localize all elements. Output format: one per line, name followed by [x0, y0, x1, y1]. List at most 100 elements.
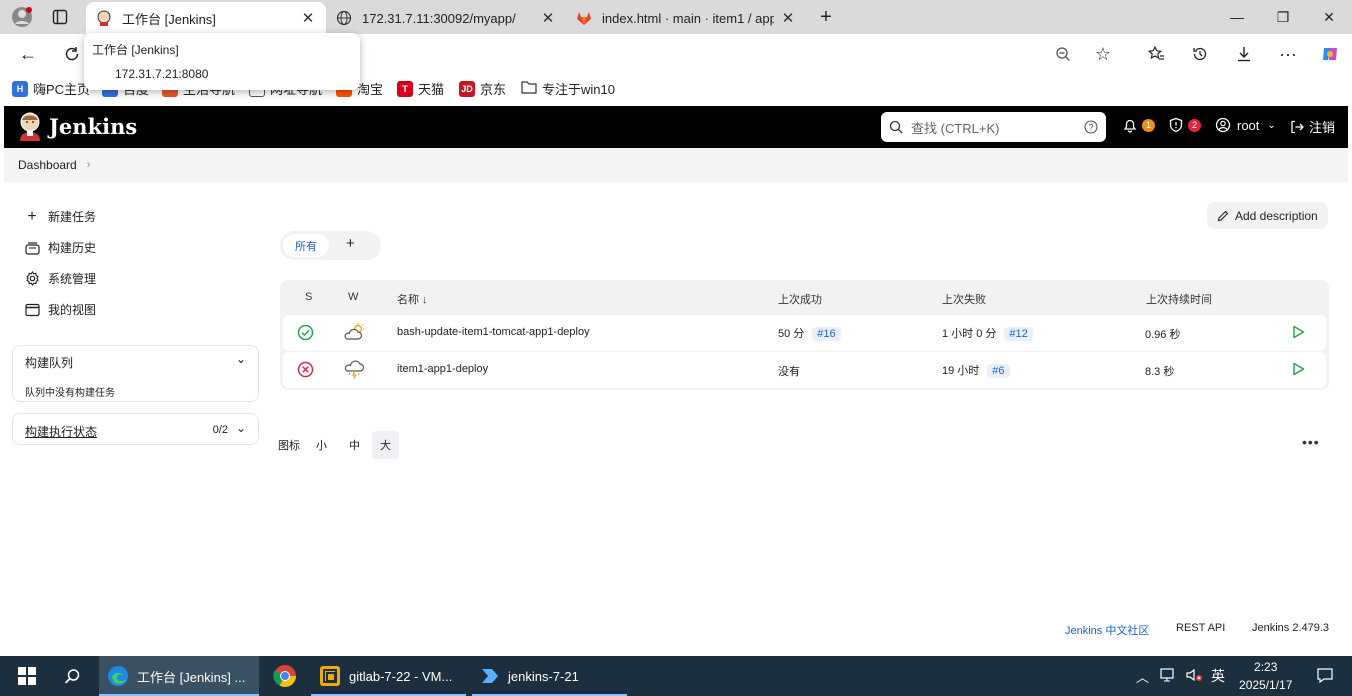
user-menu[interactable]: root ⌄ — [1215, 117, 1276, 133]
play-build-icon[interactable] — [1292, 325, 1305, 342]
close-tab-icon[interactable]: ✕ — [780, 9, 796, 27]
sidebar-item-my-views[interactable]: 我的视图 — [24, 301, 96, 318]
column-header-last-duration[interactable]: 上次持续时间 — [1146, 291, 1212, 307]
tooltip-url: 172.31.7.21:8080 — [115, 67, 209, 81]
icon-size-medium[interactable]: 中 — [335, 431, 368, 459]
reload-button[interactable] — [58, 40, 86, 68]
window-icon — [24, 302, 40, 318]
last-failure-cell: 19 小时 #6 — [942, 362, 1010, 378]
close-window-button[interactable]: ✕ — [1306, 2, 1352, 32]
chevron-down-icon[interactable]: ⌄ — [236, 352, 246, 366]
chevron-down-icon[interactable]: ⌄ — [236, 421, 246, 435]
footer-community-link[interactable]: Jenkins 中文社区 — [1065, 622, 1149, 638]
tab-title: 工作台 [Jenkins] — [122, 11, 216, 27]
build-number-link[interactable]: #16 — [812, 327, 841, 341]
column-header-last-failure[interactable]: 上次失败 — [942, 291, 986, 307]
ime-indicator[interactable]: 英 — [1211, 666, 1225, 686]
taskbar-item-label: gitlab-7-22 - VM... — [349, 668, 453, 684]
jenkins-butler-icon — [20, 112, 40, 141]
tab-all[interactable]: 所有 — [283, 234, 329, 257]
build-queue-empty: 队列中没有构建任务 — [25, 388, 115, 399]
footer-version[interactable]: Jenkins 2.479.3 — [1252, 622, 1329, 634]
footer-rest-api-link[interactable]: REST API — [1176, 622, 1225, 634]
gitlab-favicon-icon — [576, 10, 592, 26]
favorites-icon[interactable] — [1142, 40, 1170, 68]
taskbar-search-button[interactable] — [56, 656, 88, 696]
gear-icon — [24, 271, 40, 287]
column-header-weather[interactable]: W — [348, 291, 358, 303]
build-number-link[interactable]: #6 — [987, 364, 1010, 378]
failed-status-icon — [297, 361, 314, 381]
network-icon[interactable] — [1159, 667, 1177, 686]
job-name-link[interactable]: item1-app1-deploy — [397, 363, 488, 375]
history-icon[interactable] — [1186, 40, 1214, 68]
column-header-name[interactable]: 名称 ↓ — [397, 291, 428, 307]
zoom-icon[interactable] — [1049, 40, 1077, 68]
build-number-link[interactable]: #12 — [1004, 327, 1033, 341]
breadcrumb-dashboard[interactable]: Dashboard — [18, 158, 77, 172]
plus-icon: + — [27, 207, 37, 225]
tab-myapp[interactable]: 172.31.7.11:30092/myapp/ ✕ — [326, 2, 566, 34]
column-header-status[interactable]: S — [305, 291, 312, 303]
folder-icon — [521, 80, 537, 97]
notification-center-icon[interactable] — [1316, 666, 1334, 687]
back-button[interactable]: ← — [14, 40, 42, 68]
add-view-button[interactable]: + — [346, 235, 355, 252]
jenkins-logo[interactable]: Jenkins — [17, 111, 137, 141]
tab-jenkins[interactable]: 工作台 [Jenkins] ✕ — [86, 2, 326, 34]
bookmark-item[interactable]: JD 京东 — [459, 79, 506, 98]
build-queue-title[interactable]: 构建队列 — [25, 354, 73, 371]
clock-date: 2025/1/17 — [1239, 678, 1293, 692]
search-icon — [889, 120, 903, 134]
restore-button[interactable]: ❐ — [1260, 2, 1306, 32]
taskbar-edge-jenkins[interactable]: 工作台 [Jenkins] ... — [99, 656, 259, 696]
favorite-star-icon[interactable]: ☆ — [1089, 40, 1117, 68]
chevron-right-icon[interactable]: › — [87, 159, 91, 171]
sidebar-item-new-job[interactable]: + 新建任务 — [24, 208, 96, 225]
close-tab-icon[interactable]: ✕ — [540, 9, 556, 27]
download-icon[interactable] — [1230, 40, 1258, 68]
terminal-app-icon — [482, 669, 498, 683]
bookmark-item[interactable]: 专注于win10 — [521, 79, 615, 98]
start-button[interactable] — [10, 656, 40, 696]
sidebar-item-manage[interactable]: 系统管理 — [24, 270, 96, 287]
search-box[interactable]: 查找 (CTRL+K) ? — [881, 112, 1106, 142]
bookmark-item[interactable]: H 嗨PC主页 — [12, 79, 90, 98]
tab-gitlab[interactable]: index.html · main · item1 / app1 · ✕ — [566, 2, 806, 34]
close-tab-icon[interactable]: ✕ — [300, 9, 316, 27]
globe-icon — [336, 10, 352, 26]
icon-size-small[interactable]: 小 — [308, 431, 335, 459]
tab-actions-icon[interactable] — [48, 5, 72, 29]
add-description-button[interactable]: Add description — [1207, 202, 1328, 229]
weather-partly-cloudy-icon — [343, 323, 365, 344]
taskbar-ssh-jenkins[interactable]: jenkins-7-21 — [472, 656, 627, 696]
breadcrumb: Dashboard › — [4, 148, 1348, 182]
logout-button[interactable]: 注销 — [1289, 117, 1335, 136]
icon-size-large[interactable]: 大 — [372, 431, 399, 459]
bookmark-item[interactable]: T 天猫 — [397, 79, 444, 98]
executor-status-title[interactable]: 构建执行状态 — [25, 423, 97, 440]
minimize-button[interactable]: ― — [1214, 2, 1260, 32]
sidebar-item-build-history[interactable]: 构建历史 — [24, 239, 96, 256]
column-header-last-success[interactable]: 上次成功 — [778, 291, 822, 307]
search-input[interactable]: 查找 (CTRL+K) — [911, 118, 1084, 137]
security-button[interactable]: 2 — [1168, 117, 1201, 133]
copilot-icon[interactable] — [1316, 40, 1344, 68]
view-tabs: 所有 + — [280, 231, 381, 260]
play-build-icon[interactable] — [1292, 362, 1305, 379]
profile-avatar-icon[interactable] — [10, 5, 34, 29]
more-options-icon[interactable]: ••• — [1302, 434, 1320, 450]
show-hidden-icons-icon[interactable]: ︿ — [1136, 667, 1149, 686]
notifications-button[interactable]: 1 — [1122, 117, 1155, 133]
taskbar-vmware-gitlab[interactable]: gitlab-7-22 - VM... — [311, 656, 466, 696]
new-tab-button[interactable]: + — [814, 5, 838, 29]
clock[interactable]: 2:23 2025/1/17 — [1239, 658, 1292, 694]
job-name-link[interactable]: bash-update-item1-tomcat-app1-deploy — [397, 326, 590, 338]
volume-muted-icon[interactable] — [1185, 667, 1203, 686]
more-menu-icon[interactable]: ··· — [1274, 40, 1302, 68]
security-badge: 2 — [1188, 118, 1201, 132]
bookmark-icon: H — [12, 80, 28, 97]
help-icon[interactable]: ? — [1084, 120, 1098, 134]
build-queue-panel: 构建队列 ⌄ 队列中没有构建任务 — [12, 345, 259, 402]
taskbar-chrome[interactable] — [265, 656, 305, 696]
